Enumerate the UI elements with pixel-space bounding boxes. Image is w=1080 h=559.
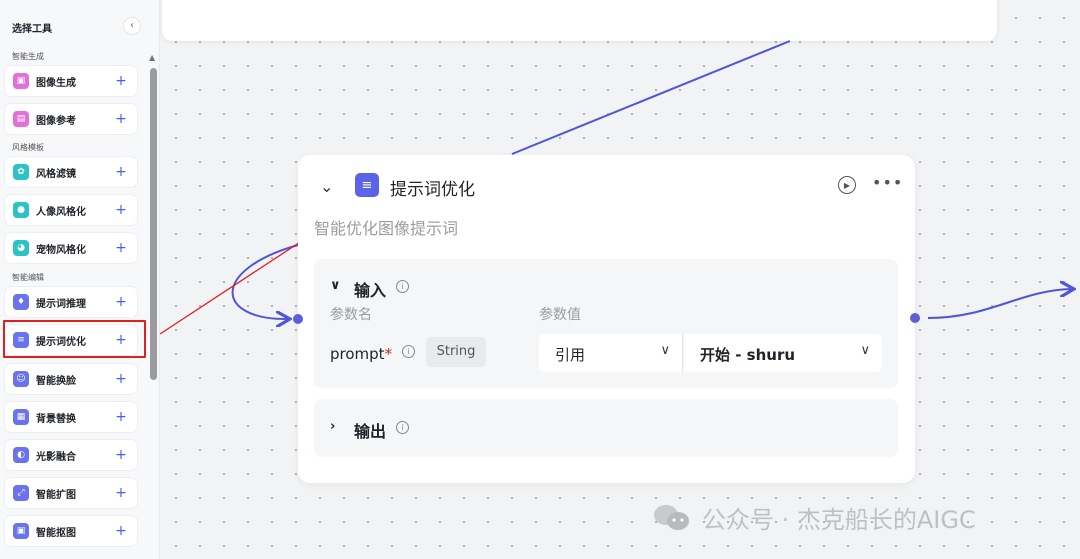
value-source-selected: 开始 - shuru xyxy=(700,346,796,364)
chevron-down-icon: ∨ xyxy=(860,343,870,358)
output-section-title[interactable]: 输出 xyxy=(354,418,386,442)
info-icon[interactable]: i xyxy=(396,421,409,434)
chevron-right-icon[interactable]: › xyxy=(330,419,335,434)
value-type-select[interactable]: 引用 ∨ xyxy=(539,334,683,372)
info-icon[interactable]: i xyxy=(396,280,409,293)
collapse-node-chevron-icon[interactable]: ⌄ xyxy=(320,177,333,196)
input-section-title[interactable]: 输入 xyxy=(354,277,386,301)
param-info-icon[interactable]: i xyxy=(402,345,415,358)
node-description: 智能优化图像提示词 xyxy=(314,219,459,238)
node-input-port[interactable] xyxy=(293,314,303,324)
list-icon: ≡ xyxy=(355,173,379,197)
watermark: 公众号 · 杰克船长的AIGC xyxy=(652,500,976,535)
chevron-down-icon[interactable]: ∨ xyxy=(330,278,341,293)
chevron-down-icon: ∨ xyxy=(660,343,670,358)
value-type-selected: 引用 xyxy=(555,346,586,364)
value-source-select[interactable]: 开始 - shuru ∨ xyxy=(684,334,882,372)
edge-top-connection xyxy=(511,40,791,155)
prompt-optimize-node[interactable]: ⌄ ≡ 提示词优化 ▶ ••• 智能优化图像提示词 ∨ 输入 i 参数名 参数值… xyxy=(298,155,915,483)
output-section: › 输出 i xyxy=(314,399,898,457)
edge-output-connection xyxy=(927,289,1072,319)
edge-input-loop xyxy=(231,244,299,319)
wechat-icon xyxy=(652,503,692,533)
node-title: 提示词优化 xyxy=(390,180,475,200)
more-options-icon[interactable]: ••• xyxy=(872,173,903,192)
node-output-port[interactable] xyxy=(910,313,920,323)
column-header-param-value: 参数值 xyxy=(539,307,581,323)
required-marker: * xyxy=(384,345,393,363)
param-name: prompt* xyxy=(330,345,392,363)
input-section: ∨ 输入 i 参数名 参数值 prompt* i String 引用 ∨ 开始 … xyxy=(314,259,898,388)
column-header-param-name: 参数名 xyxy=(330,307,372,323)
param-name-text: prompt xyxy=(330,345,385,363)
watermark-text: 公众号 · 杰克船长的AIGC xyxy=(702,506,976,534)
param-type-badge: String xyxy=(426,337,486,367)
run-play-icon[interactable]: ▶ xyxy=(838,176,856,194)
